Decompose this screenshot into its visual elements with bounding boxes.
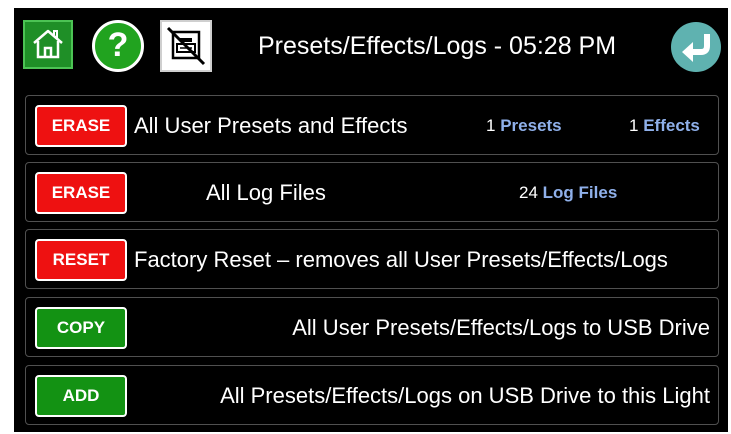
page-title: Presets/Effects/Logs - 05:28 PM <box>258 32 617 60</box>
back-button[interactable] <box>671 22 721 72</box>
count-value: 1 <box>629 116 639 135</box>
back-icon <box>682 34 710 62</box>
row-description: All Presets/Effects/Logs on USB Drive to… <box>220 383 710 408</box>
count-value: 24 <box>519 183 538 202</box>
help-icon: ? <box>107 26 129 64</box>
network-status-button[interactable] <box>160 20 212 72</box>
row-description: All User Presets/Effects/Logs to USB Dri… <box>292 315 710 340</box>
copy-to-usb-button[interactable]: COPY <box>35 307 127 349</box>
count-label: Effects <box>643 116 700 135</box>
count-value: 1 <box>486 116 496 135</box>
factory-reset-button[interactable]: RESET <box>35 239 127 281</box>
add-from-usb-button[interactable]: ADD <box>35 375 127 417</box>
count-label: Log Files <box>542 183 618 202</box>
home-button[interactable] <box>23 20 73 69</box>
add-from-usb-row: ADD All Presets/Effects/Logs on USB Driv… <box>25 365 719 425</box>
row-description: All Log Files <box>206 180 326 205</box>
presets-count: 1 Presets <box>486 96 562 156</box>
erase-log-files-button[interactable]: ERASE <box>35 172 127 214</box>
factory-reset-row: RESET Factory Reset – removes all User P… <box>25 229 719 289</box>
count-label: Presets <box>500 116 562 135</box>
row-description: All User Presets and Effects <box>134 113 408 138</box>
erase-presets-effects-button[interactable]: ERASE <box>35 105 127 147</box>
home-icon <box>33 29 63 59</box>
log-files-count: 24 Log Files <box>519 163 617 223</box>
network-disconnected-icon <box>166 26 206 66</box>
effects-count: 1 Effects <box>629 96 700 156</box>
erase-log-files-row: ERASE All Log Files 24 Log Files <box>25 162 719 222</box>
erase-presets-effects-row: ERASE All User Presets and Effects 1 Pre… <box>25 95 719 155</box>
presets-effects-logs-screen: ? Presets/Effects/Logs - 05:28 PM ERASE … <box>14 8 728 432</box>
help-button[interactable]: ? <box>92 20 144 72</box>
copy-to-usb-row: COPY All User Presets/Effects/Logs to US… <box>25 297 719 357</box>
row-description: Factory Reset – removes all User Presets… <box>134 247 668 272</box>
